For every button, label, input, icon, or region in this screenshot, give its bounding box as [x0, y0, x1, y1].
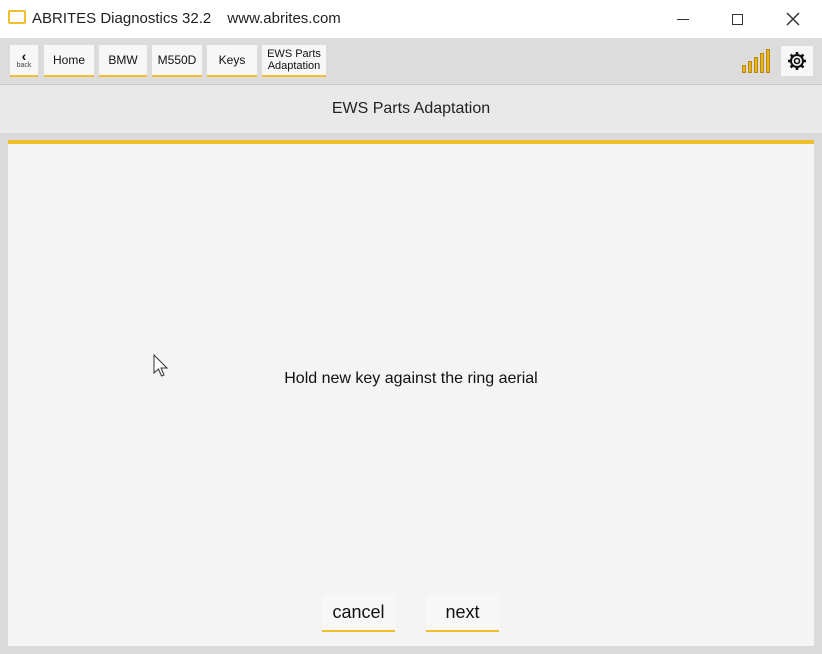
- close-icon: [786, 12, 800, 26]
- breadcrumb-model[interactable]: M550D: [152, 45, 202, 77]
- instruction-message: Hold new key against the ring aerial: [284, 370, 538, 387]
- page-title: EWS Parts Adaptation: [0, 85, 822, 133]
- breadcrumb-current-line-1: EWS Parts: [267, 48, 321, 60]
- breadcrumb-ews-parts-adaptation[interactable]: EWS Parts Adaptation: [262, 45, 326, 77]
- chevron-left-icon: ‹: [21, 48, 27, 64]
- app-logo-icon: [8, 10, 26, 24]
- close-button[interactable]: [770, 4, 816, 34]
- maximize-icon: [731, 13, 743, 25]
- back-label: back: [16, 62, 32, 69]
- breadcrumb-home[interactable]: Home: [44, 45, 94, 77]
- window-title: ABRITES Diagnostics 32.2 www.abrites.com: [32, 10, 353, 27]
- signal-bar: [760, 53, 764, 73]
- dialog-panel: Hold new key against the ring aerial can…: [8, 140, 814, 646]
- signal-strength-icon: [742, 47, 774, 73]
- app-website: www.abrites.com: [227, 10, 341, 27]
- navigation-toolbar: ‹ back Home BMW M550D Keys EWS Parts Ada…: [0, 38, 822, 85]
- maximize-button[interactable]: [714, 4, 760, 34]
- signal-bar: [748, 61, 752, 73]
- signal-bar: [742, 65, 746, 73]
- app-name: ABRITES Diagnostics 32.2: [32, 10, 212, 27]
- minimize-icon: [677, 18, 689, 20]
- signal-bar: [754, 57, 758, 73]
- settings-button[interactable]: [781, 46, 813, 76]
- mouse-pointer-icon: [153, 354, 169, 377]
- breadcrumb-keys[interactable]: Keys: [207, 45, 257, 77]
- title-bar: ABRITES Diagnostics 32.2 www.abrites.com: [0, 0, 822, 39]
- minimize-button[interactable]: [660, 4, 706, 34]
- breadcrumb-bmw[interactable]: BMW: [99, 45, 147, 77]
- breadcrumb-current-line-2: Adaptation: [267, 60, 321, 72]
- back-button[interactable]: ‹ back: [10, 45, 38, 77]
- cancel-button[interactable]: cancel: [322, 594, 395, 632]
- signal-bar: [766, 49, 770, 73]
- gear-icon: [788, 52, 806, 70]
- next-button[interactable]: next: [426, 594, 499, 632]
